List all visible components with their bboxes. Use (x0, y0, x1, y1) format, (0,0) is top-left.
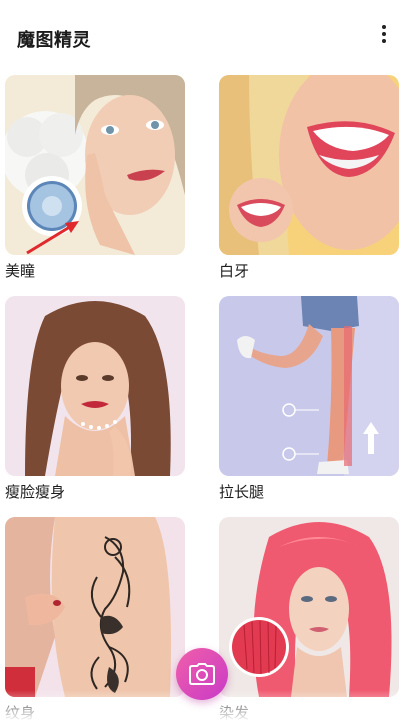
feature-image-leg-lengthening (219, 296, 399, 476)
camera-icon (189, 663, 215, 685)
feature-card-tattoo[interactable]: 纹身 (5, 517, 185, 720)
feature-card-colored-contacts[interactable]: 美瞳 (5, 75, 185, 280)
feature-image-colored-contacts (5, 75, 185, 255)
feature-label: 瘦脸瘦身 (5, 483, 66, 501)
feature-image-tattoo (5, 517, 185, 697)
feature-card-leg-lengthening[interactable]: 拉长腿 (219, 296, 399, 501)
more-options-icon[interactable] (372, 22, 396, 46)
feature-image-teeth-whitening (219, 75, 399, 255)
feature-label: 白牙 (219, 262, 250, 280)
feature-card-hair-coloring[interactable]: 染发 (219, 517, 399, 720)
feature-label: 拉长腿 (219, 483, 265, 501)
feature-image-hair-coloring (219, 517, 399, 697)
camera-button[interactable] (176, 648, 228, 700)
app-bar: 魔图精灵 (0, 0, 405, 72)
feature-image-face-slimming (5, 296, 185, 476)
feature-card-face-slimming[interactable]: 瘦脸瘦身 (5, 296, 185, 501)
feature-label: 美瞳 (5, 262, 36, 280)
feature-card-teeth-whitening[interactable]: 白牙 (219, 75, 399, 280)
app-title: 魔图精灵 (17, 30, 91, 51)
